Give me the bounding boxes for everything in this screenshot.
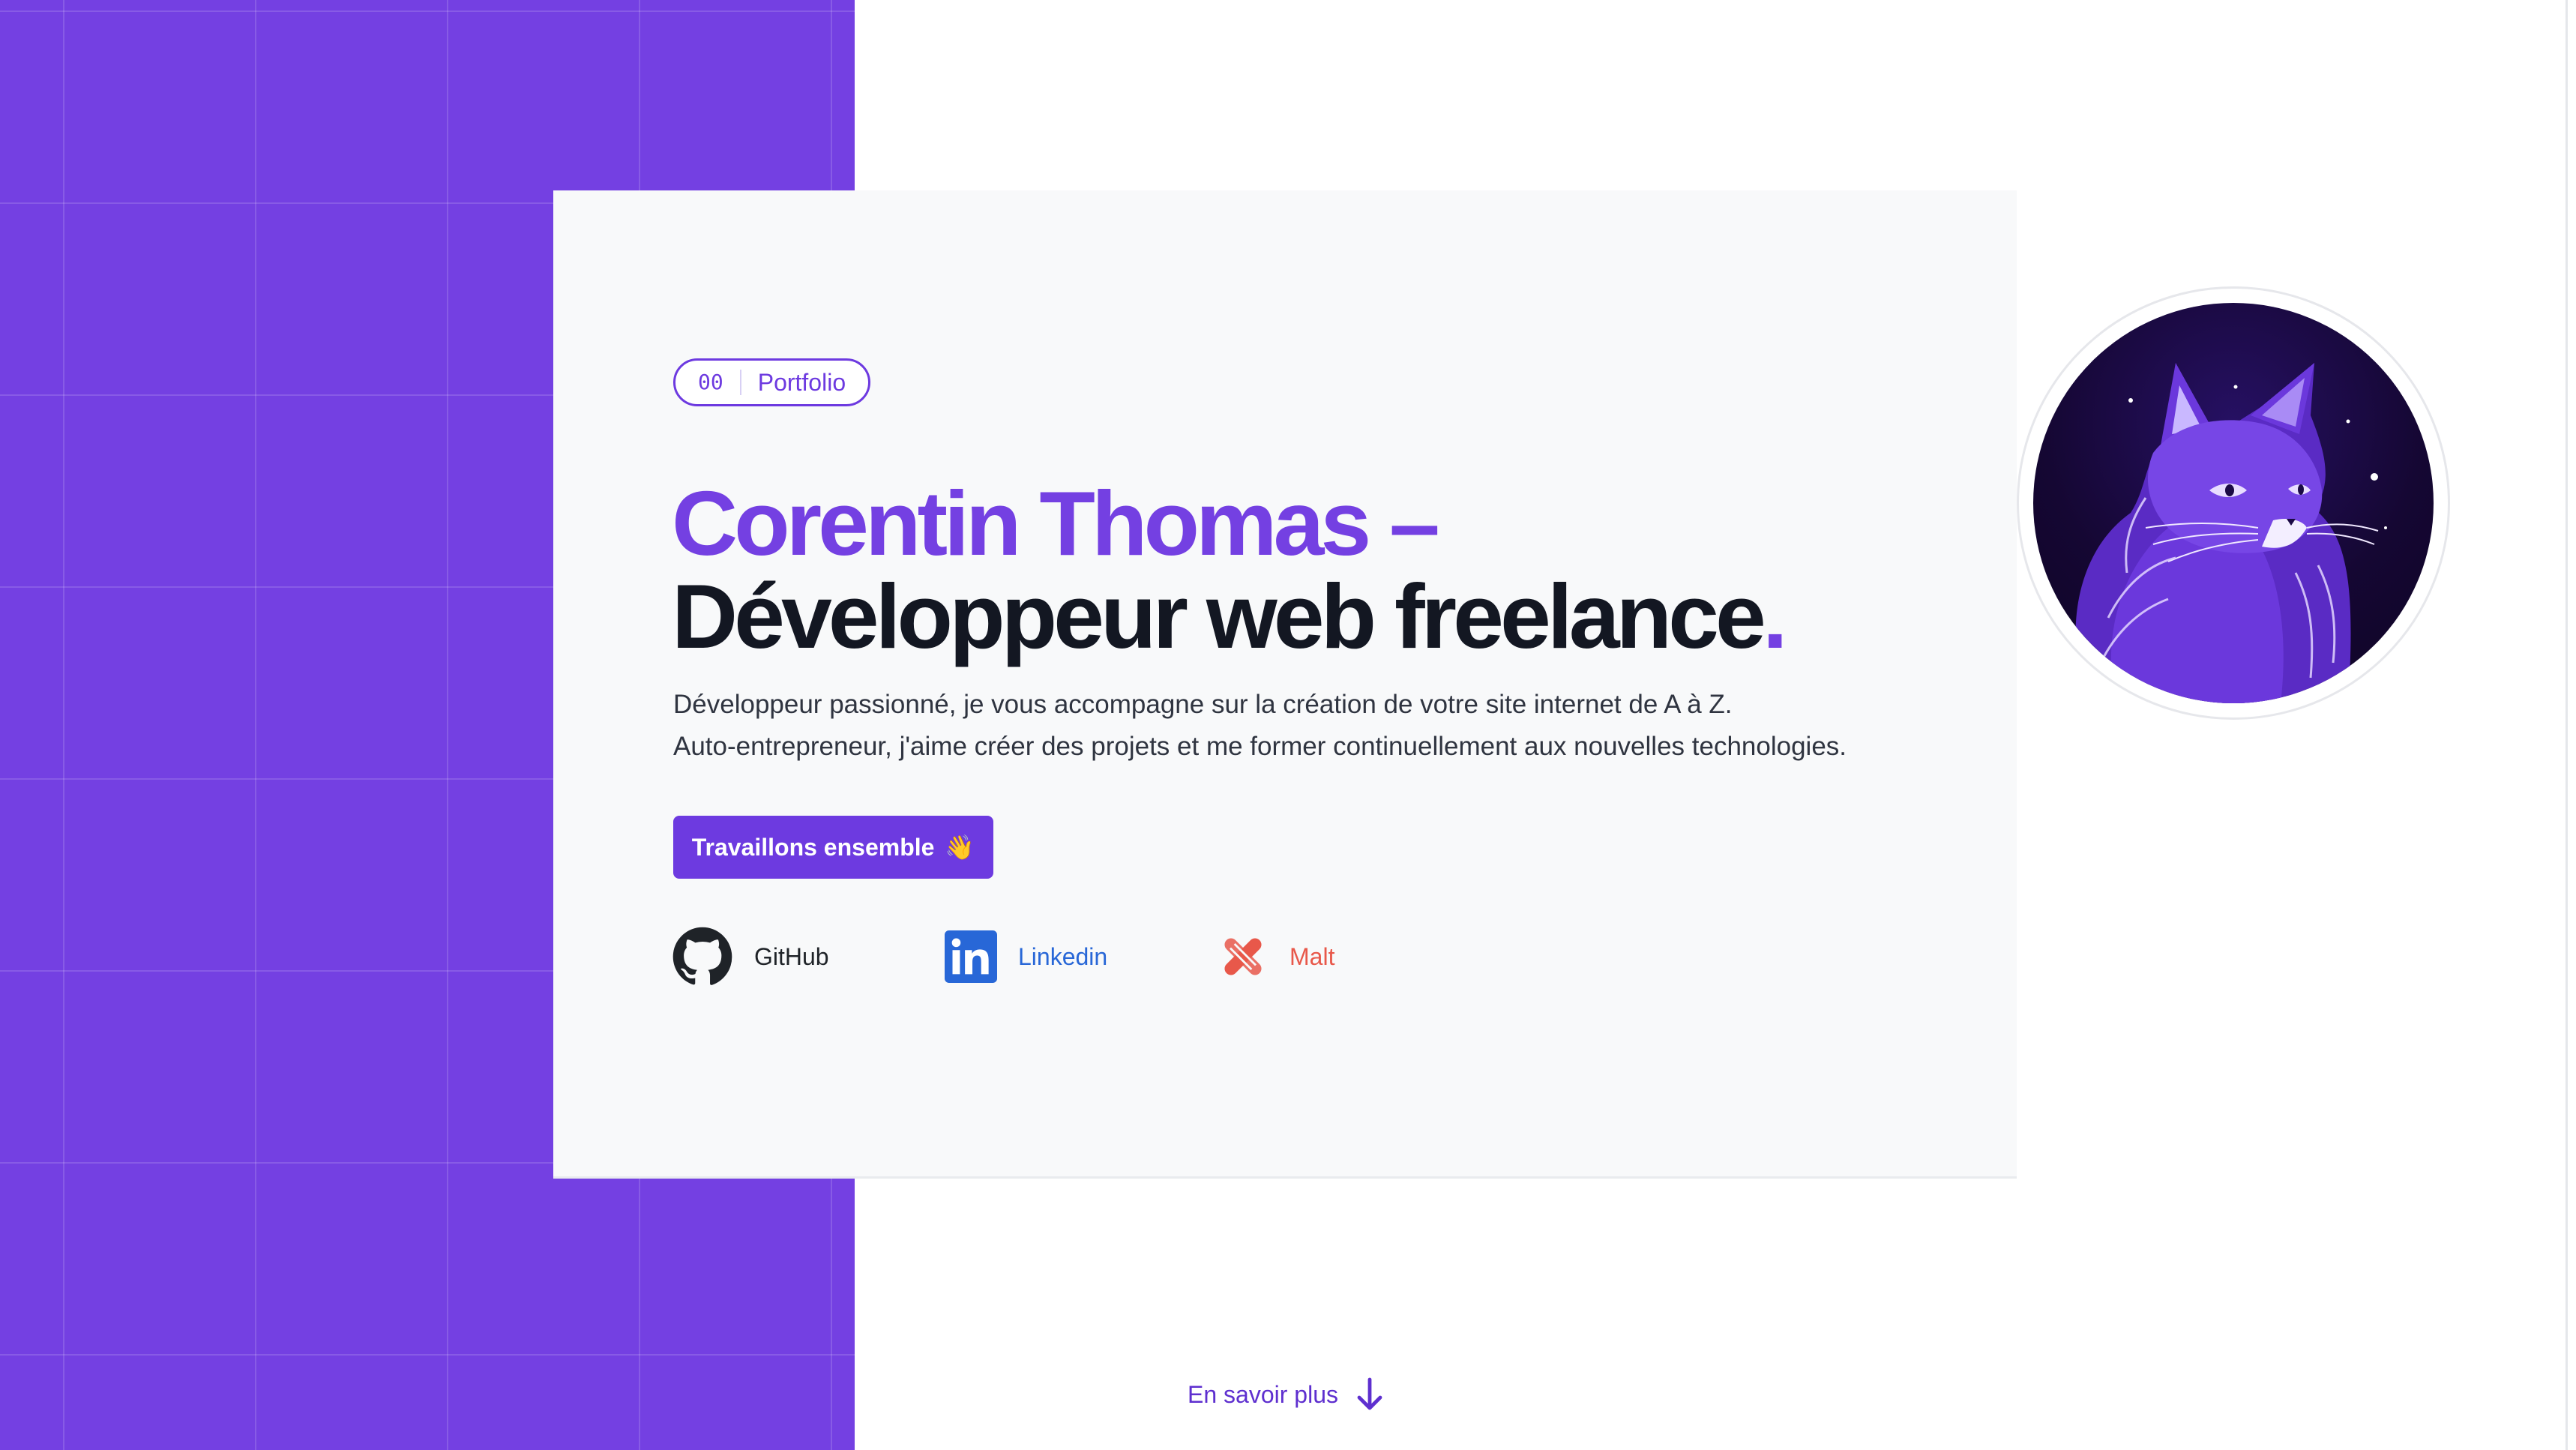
github-label: GitHub: [754, 942, 829, 970]
linkedin-icon: [945, 930, 997, 983]
github-icon: [672, 927, 732, 985]
arrow-down-icon: [1357, 1377, 1382, 1410]
intro-line-1: Développeur passionné, je vous accompagn…: [673, 690, 1733, 719]
title-role-text: Développeur web freelance: [672, 565, 1766, 667]
social-links: GitHub Linkedin Malt: [672, 925, 1334, 988]
github-link[interactable]: GitHub: [672, 926, 945, 987]
work-together-button[interactable]: Travaillons ensemble 👋: [673, 816, 993, 879]
title-dot: .: [1762, 565, 1788, 667]
page-edge-divider: [2566, 0, 2568, 1450]
avatar: [2033, 303, 2434, 703]
avatar-frame: [2017, 286, 2450, 720]
malt-label: Malt: [1289, 942, 1335, 970]
malt-link[interactable]: Malt: [1218, 931, 1334, 982]
learn-more-label: En savoir plus: [1188, 1380, 1338, 1408]
cta-label: Travaillons ensemble: [691, 833, 935, 861]
chip-number: 00: [698, 370, 741, 395]
page: 00 Portfolio Corentin Thomas – Développe…: [0, 0, 2576, 1450]
title-role: Développeur web freelance.: [672, 570, 1946, 663]
portfolio-chip: 00 Portfolio: [673, 358, 871, 406]
chip-label: Portfolio: [757, 368, 846, 396]
learn-more-link[interactable]: En savoir plus: [1188, 1374, 1385, 1416]
malt-icon: [1224, 938, 1262, 975]
waving-hand-icon: 👋: [945, 834, 975, 861]
intro-line-2: Auto-entrepreneur, j'aime créer des proj…: [673, 732, 1847, 761]
intro-text: Développeur passionné, je vous accompagn…: [673, 684, 1948, 768]
title-name: Corentin Thomas –: [672, 472, 1440, 574]
page-title: Corentin Thomas – Développeur web freela…: [672, 477, 1946, 663]
linkedin-label: Linkedin: [1018, 942, 1108, 970]
cat-avatar-illustration: [2075, 363, 2387, 703]
linkedin-link[interactable]: Linkedin: [945, 930, 1218, 983]
